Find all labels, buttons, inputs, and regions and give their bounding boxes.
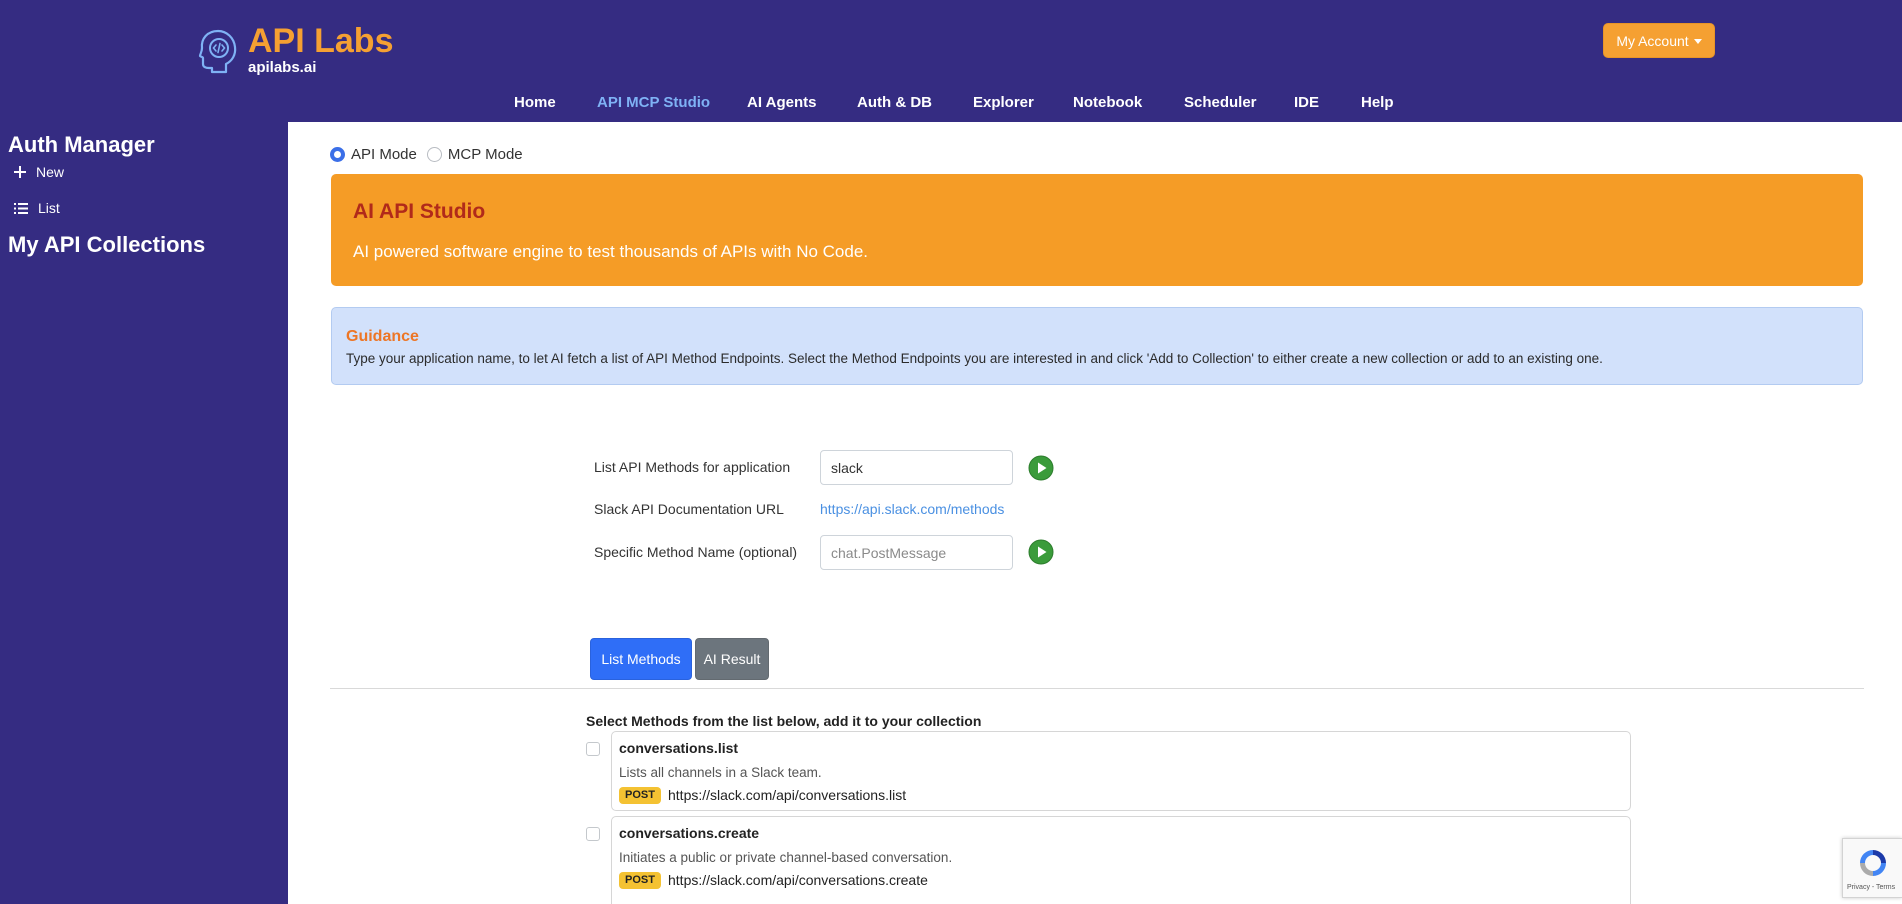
recaptcha-badge[interactable]: Privacy - Terms bbox=[1842, 838, 1902, 898]
sidebar-item-new-label: New bbox=[36, 164, 65, 180]
mode-selector: API Mode MCP Mode bbox=[330, 146, 533, 163]
sidebar-item-new[interactable]: New bbox=[14, 164, 64, 180]
method-description: Lists all channels in a Slack team. bbox=[619, 765, 822, 780]
nav-explorer[interactable]: Explorer bbox=[973, 94, 1034, 111]
sidebar-item-list[interactable]: List bbox=[14, 200, 60, 216]
method-name-input[interactable] bbox=[820, 535, 1013, 570]
recaptcha-terms[interactable]: Privacy - Terms bbox=[1847, 884, 1895, 891]
mcp-mode-radio[interactable] bbox=[426, 147, 442, 162]
method-name-label: Specific Method Name (optional) bbox=[594, 544, 798, 560]
nav-scheduler[interactable]: Scheduler bbox=[1184, 94, 1257, 111]
my-api-collections-title: My API Collections bbox=[8, 232, 206, 257]
nav-ide[interactable]: IDE bbox=[1294, 94, 1319, 111]
hero-title: AI API Studio bbox=[353, 200, 486, 223]
method-url: https://slack.com/api/conversations.list bbox=[668, 787, 907, 803]
head-code-icon bbox=[198, 29, 237, 74]
brand-title: API Labs bbox=[248, 22, 394, 60]
nav-notebook[interactable]: Notebook bbox=[1073, 94, 1142, 111]
method-card[interactable]: conversations.create Initiates a public … bbox=[611, 816, 1631, 904]
api-mode-radio[interactable] bbox=[330, 147, 345, 162]
guidance-text: Type your application name, to let AI fe… bbox=[346, 351, 1603, 366]
doc-url-label: Slack API Documentation URL bbox=[594, 501, 784, 517]
method-description: Initiates a public or private channel-ba… bbox=[619, 850, 953, 865]
mcp-mode-label[interactable]: MCP Mode bbox=[448, 146, 523, 163]
list-methods-button[interactable]: List Methods bbox=[590, 638, 692, 680]
method-url: https://slack.com/api/conversations.crea… bbox=[668, 872, 928, 888]
nav-ai-agents[interactable]: AI Agents bbox=[747, 94, 816, 111]
app-name-input[interactable] bbox=[820, 450, 1013, 485]
my-account-label: My Account bbox=[1616, 32, 1689, 49]
hero-subtitle: AI powered software engine to test thous… bbox=[353, 242, 869, 261]
doc-url-link[interactable]: https://api.slack.com/methods bbox=[820, 501, 1004, 517]
method-checkbox[interactable] bbox=[586, 742, 600, 756]
hero-banner: AI API Studio AI powered software engine… bbox=[331, 174, 1863, 286]
nav-auth-db[interactable]: Auth & DB bbox=[857, 94, 932, 111]
run-method-play-icon[interactable] bbox=[1028, 539, 1054, 565]
select-methods-heading: Select Methods from the list below, add … bbox=[586, 713, 982, 729]
app-name-label: List API Methods for application bbox=[594, 459, 791, 475]
sidebar: Auth Manager New List My API Collections bbox=[0, 122, 288, 904]
main-content: API Mode MCP Mode AI API Studio AI power… bbox=[288, 122, 1902, 904]
section-divider bbox=[330, 688, 1864, 689]
list-icon bbox=[14, 202, 28, 214]
method-name: conversations.create bbox=[619, 825, 760, 841]
guidance-alert: Guidance Type your application name, to … bbox=[331, 307, 1863, 385]
top-header: API Labs apilabs.ai My Account Home API … bbox=[0, 0, 1902, 122]
method-card[interactable]: conversations.list Lists all channels in… bbox=[611, 731, 1631, 811]
http-method-badge: POST bbox=[619, 787, 661, 804]
plus-icon bbox=[14, 166, 26, 178]
nav-home[interactable]: Home bbox=[514, 94, 556, 111]
nav-api-mcp-studio[interactable]: API MCP Studio bbox=[597, 94, 710, 111]
my-account-dropdown-button[interactable]: My Account bbox=[1603, 23, 1715, 58]
run-list-methods-play-icon[interactable] bbox=[1028, 455, 1054, 481]
ai-result-button[interactable]: AI Result bbox=[695, 638, 769, 680]
sidebar-item-list-label: List bbox=[38, 200, 60, 216]
api-mode-label[interactable]: API Mode bbox=[351, 146, 417, 163]
method-checkbox[interactable] bbox=[586, 827, 600, 841]
http-method-badge: POST bbox=[619, 872, 661, 889]
brand-logo[interactable]: API Labs apilabs.ai bbox=[198, 22, 393, 76]
nav-help[interactable]: Help bbox=[1361, 94, 1394, 111]
main-nav: Home API MCP Studio AI Agents Auth & DB … bbox=[0, 94, 1902, 114]
recaptcha-icon bbox=[1860, 850, 1886, 876]
guidance-title: Guidance bbox=[346, 328, 419, 345]
auth-manager-title: Auth Manager bbox=[8, 132, 155, 157]
brand-subtitle: apilabs.ai bbox=[248, 59, 317, 76]
caret-down-icon bbox=[1693, 38, 1702, 44]
method-name: conversations.list bbox=[619, 740, 739, 756]
